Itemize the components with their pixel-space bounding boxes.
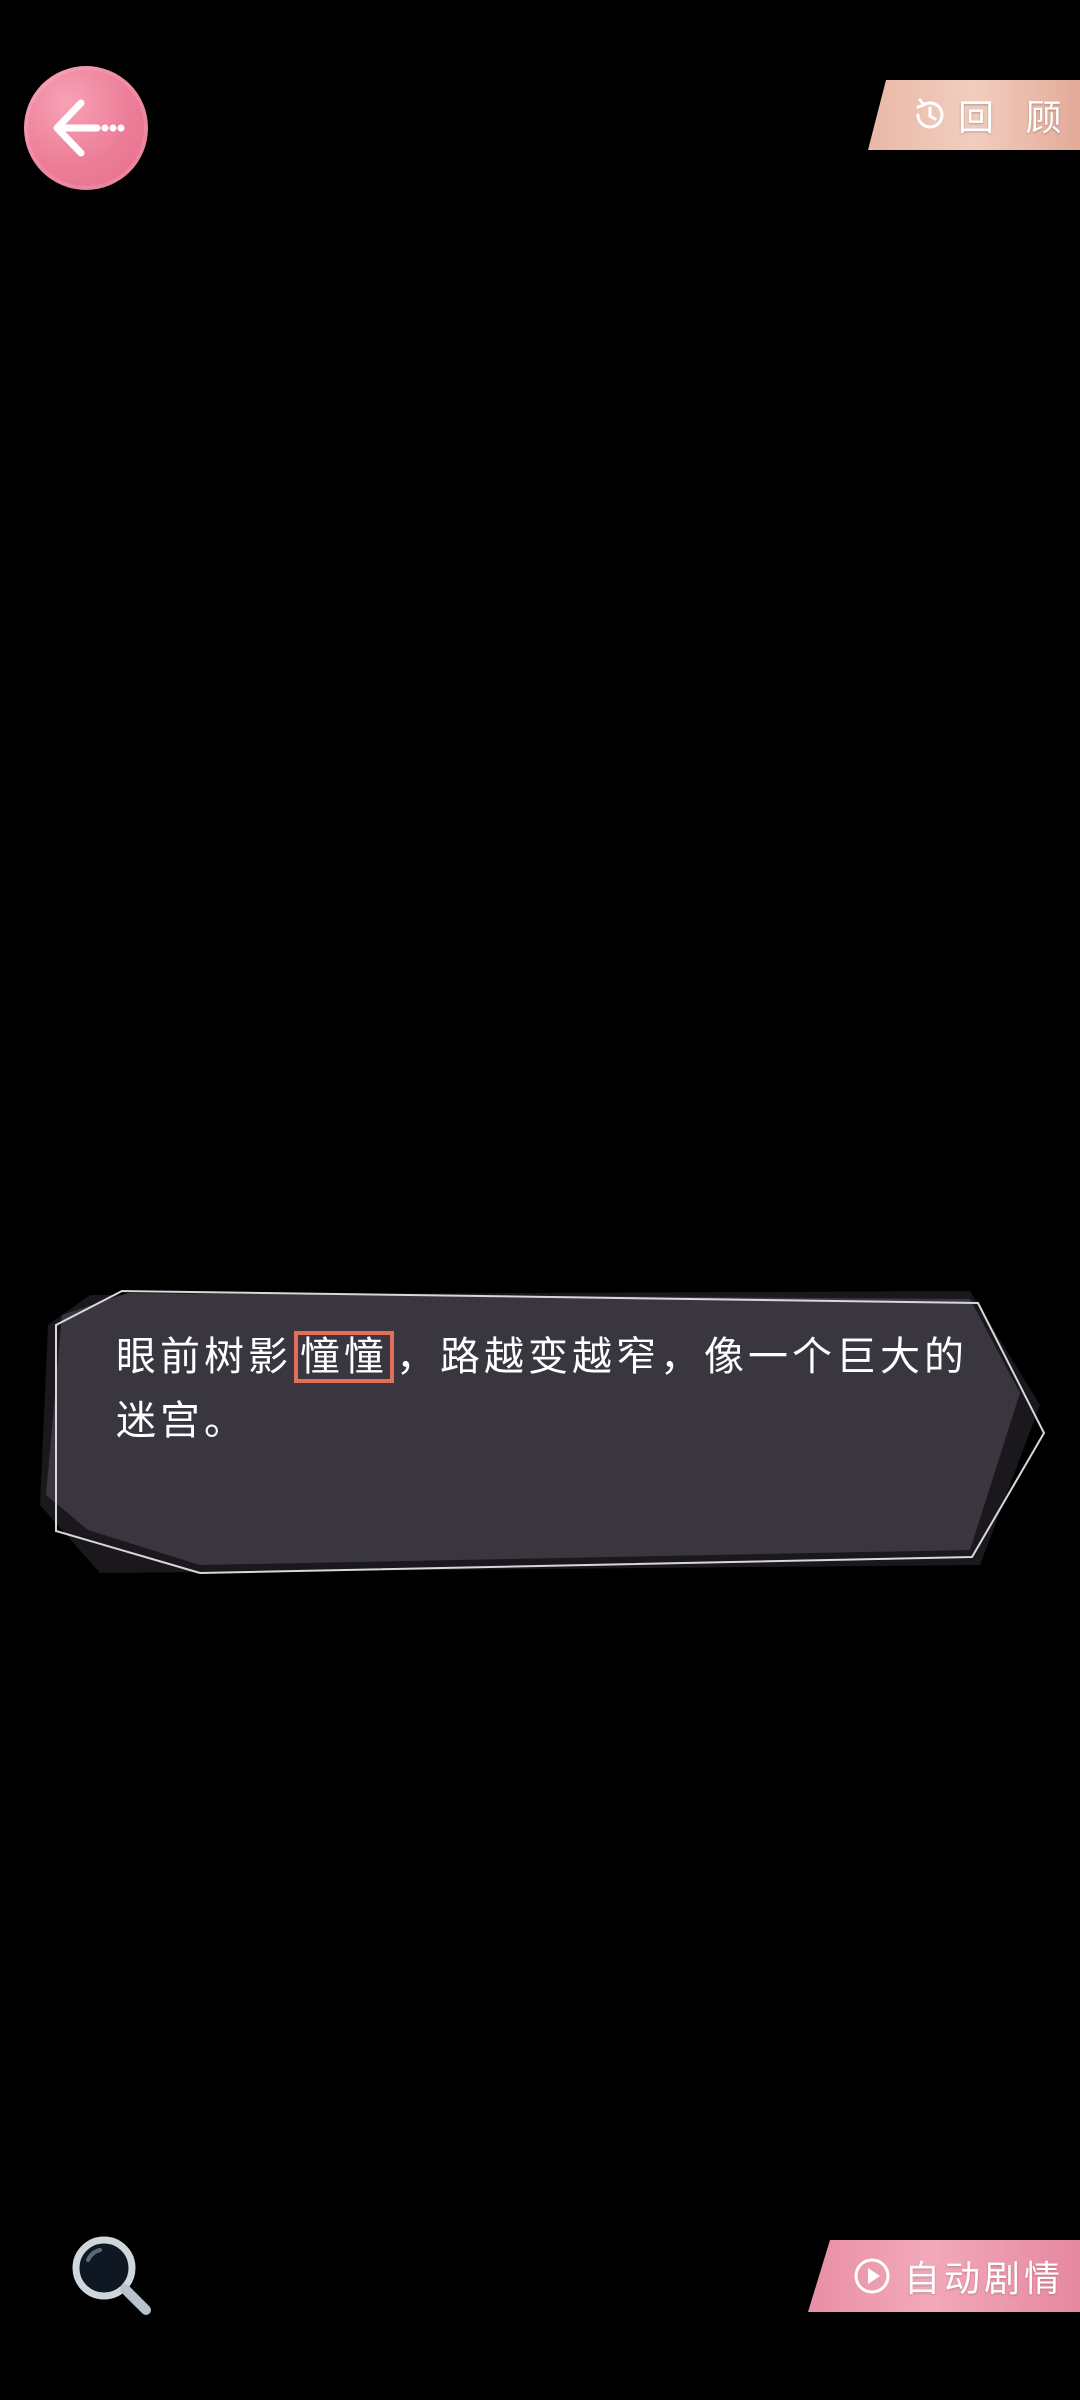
- highlighted-word[interactable]: 憧憧: [294, 1331, 394, 1383]
- play-circle-icon: [854, 2258, 890, 2294]
- zoom-button[interactable]: [66, 2230, 156, 2320]
- review-button[interactable]: 回 顾: [868, 80, 1080, 150]
- dialogue-box[interactable]: 眼前树影 憧憧 ，路越变越窄，像一个巨大的迷宫。: [40, 1285, 1050, 1575]
- magnifier-icon: [72, 2236, 151, 2315]
- dialogue-text: 眼前树影 憧憧 ，路越变越窄，像一个巨大的迷宫。: [116, 1325, 986, 1453]
- back-arrow-icon: [53, 99, 125, 157]
- back-button[interactable]: [24, 66, 148, 190]
- dialogue-text-before: 眼前树影: [116, 1334, 292, 1380]
- history-clock-icon: [916, 98, 944, 129]
- auto-play-label: 自动剧情: [904, 2259, 1065, 2300]
- review-label: 回 顾: [958, 98, 1072, 139]
- auto-play-button[interactable]: 自动剧情: [808, 2240, 1080, 2312]
